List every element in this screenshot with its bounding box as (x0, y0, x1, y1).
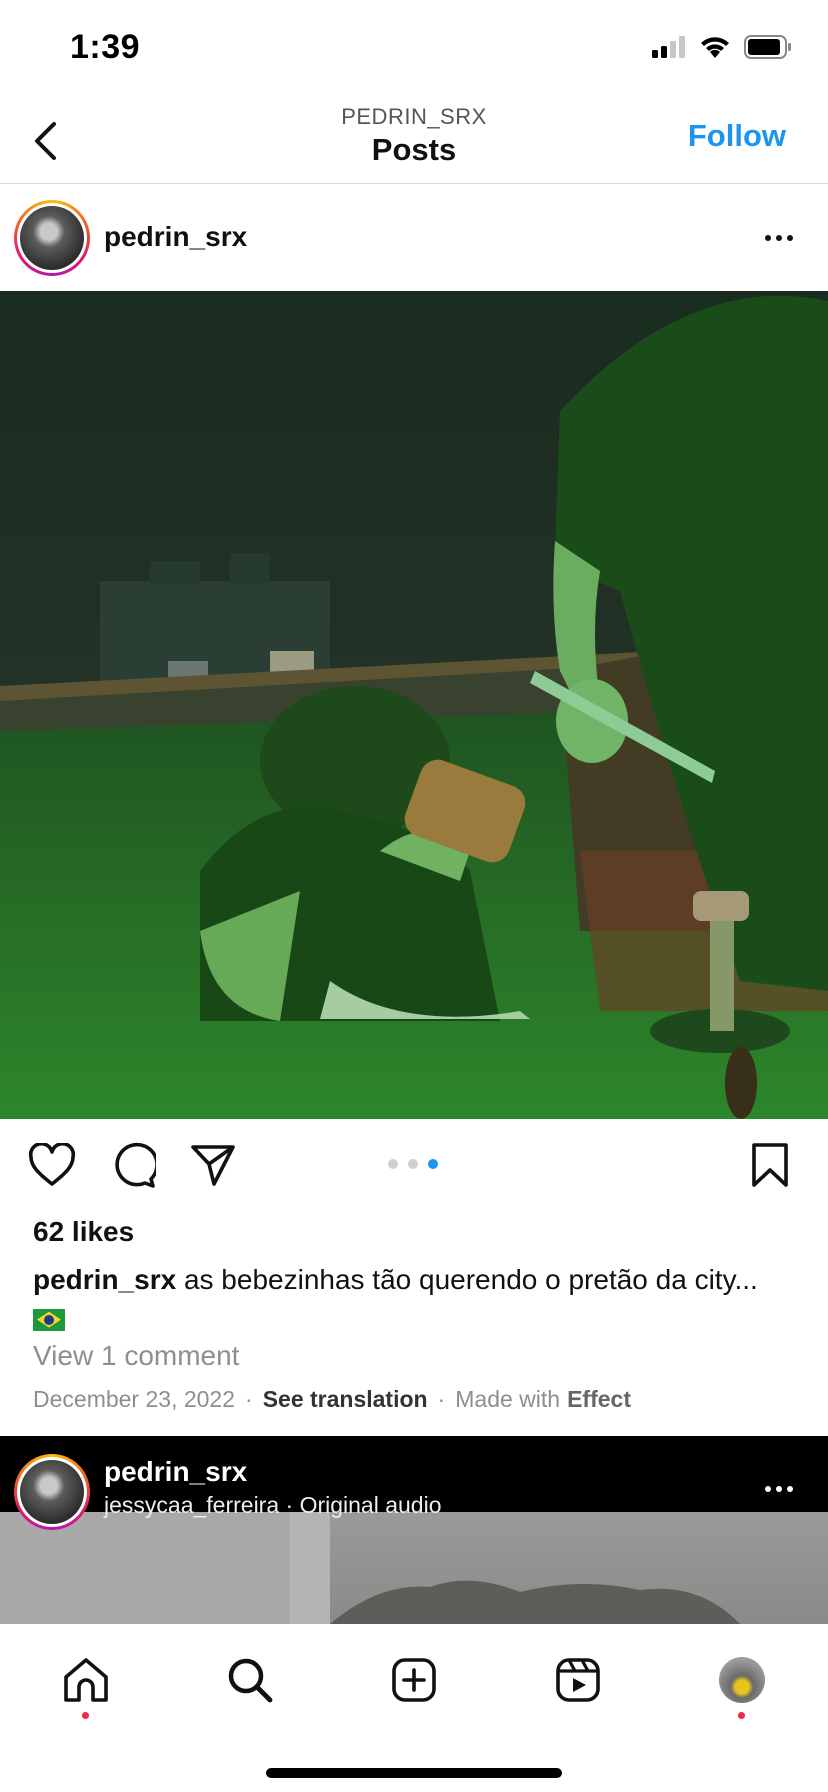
tab-reels[interactable] (548, 1650, 608, 1710)
next-post-more-button[interactable] (754, 1466, 804, 1512)
status-bar: 1:39 (0, 0, 828, 100)
battery-icon (744, 34, 792, 64)
post-header: pedrin_srx (0, 185, 828, 291)
save-button[interactable] (745, 1140, 795, 1190)
comment-icon (115, 1142, 156, 1188)
post-author-avatar[interactable] (14, 200, 90, 276)
separator-dot: · (437, 1386, 446, 1412)
back-button[interactable] (20, 116, 70, 166)
follow-button[interactable]: Follow (688, 118, 786, 154)
next-post: pedrin_srx jessycaa_ferreira · Original … (0, 1436, 828, 1624)
status-icons (652, 34, 792, 64)
tab-create[interactable] (384, 1650, 444, 1710)
made-with-label: Made with (455, 1386, 561, 1412)
share-icon (191, 1145, 235, 1186)
status-time: 1:39 (70, 28, 141, 66)
next-post-author-avatar[interactable] (14, 1454, 90, 1530)
home-notification-dot (82, 1712, 89, 1719)
create-icon (392, 1658, 436, 1702)
post-caption: pedrin_srx as bebezinhas tão querendo o … (33, 1262, 803, 1334)
carousel-dot (408, 1159, 418, 1169)
heart-icon (28, 1143, 76, 1186)
carousel-indicator (388, 1159, 438, 1169)
bookmark-icon (752, 1143, 788, 1187)
profile-avatar (719, 1657, 765, 1703)
home-icon (64, 1658, 108, 1702)
more-horizontal-icon (765, 235, 771, 241)
share-button[interactable] (188, 1140, 238, 1190)
post-action-bar (0, 1120, 828, 1208)
like-button[interactable] (27, 1140, 77, 1190)
post-more-button[interactable] (754, 215, 804, 261)
caption-text: as bebezinhas tão querendo o pretão da c… (176, 1264, 758, 1295)
caption-username[interactable]: pedrin_srx (33, 1264, 176, 1295)
top-navigation-bar: PEDRIN_SRX Posts Follow (0, 100, 828, 184)
comment-button[interactable] (108, 1140, 158, 1190)
see-translation-link[interactable]: See translation (263, 1386, 428, 1413)
tab-profile[interactable] (712, 1650, 772, 1710)
view-comments-link[interactable]: View 1 comment (33, 1340, 239, 1372)
tab-home[interactable] (56, 1650, 116, 1710)
brazil-flag-emoji (33, 1308, 65, 1331)
separator-dot: · (245, 1386, 253, 1412)
post-author-username[interactable]: pedrin_srx (104, 221, 247, 253)
search-icon (228, 1658, 273, 1703)
next-post-username[interactable]: pedrin_srx (104, 1456, 247, 1488)
wifi-icon (700, 36, 730, 63)
next-post-audio[interactable]: jessycaa_ferreira · Original audio (104, 1492, 442, 1519)
carousel-dot (388, 1159, 398, 1169)
chevron-left-icon (35, 122, 56, 160)
signal-icon (652, 35, 686, 63)
post-date: December 23, 2022 (33, 1386, 236, 1412)
effect-link[interactable]: Effect (567, 1386, 631, 1413)
home-indicator[interactable] (266, 1768, 562, 1778)
bottom-tab-bar (0, 1624, 828, 1792)
next-post-video[interactable] (0, 1512, 828, 1624)
post-photo[interactable] (0, 291, 828, 1119)
carousel-dot-active (428, 1159, 438, 1169)
tab-search[interactable] (220, 1650, 280, 1710)
profile-notification-dot (738, 1712, 745, 1719)
more-horizontal-icon (765, 1486, 771, 1492)
post-meta: December 23, 2022 · See translation · Ma… (33, 1386, 631, 1413)
reels-icon (556, 1658, 600, 1702)
likes-count[interactable]: 62 likes (33, 1216, 134, 1248)
